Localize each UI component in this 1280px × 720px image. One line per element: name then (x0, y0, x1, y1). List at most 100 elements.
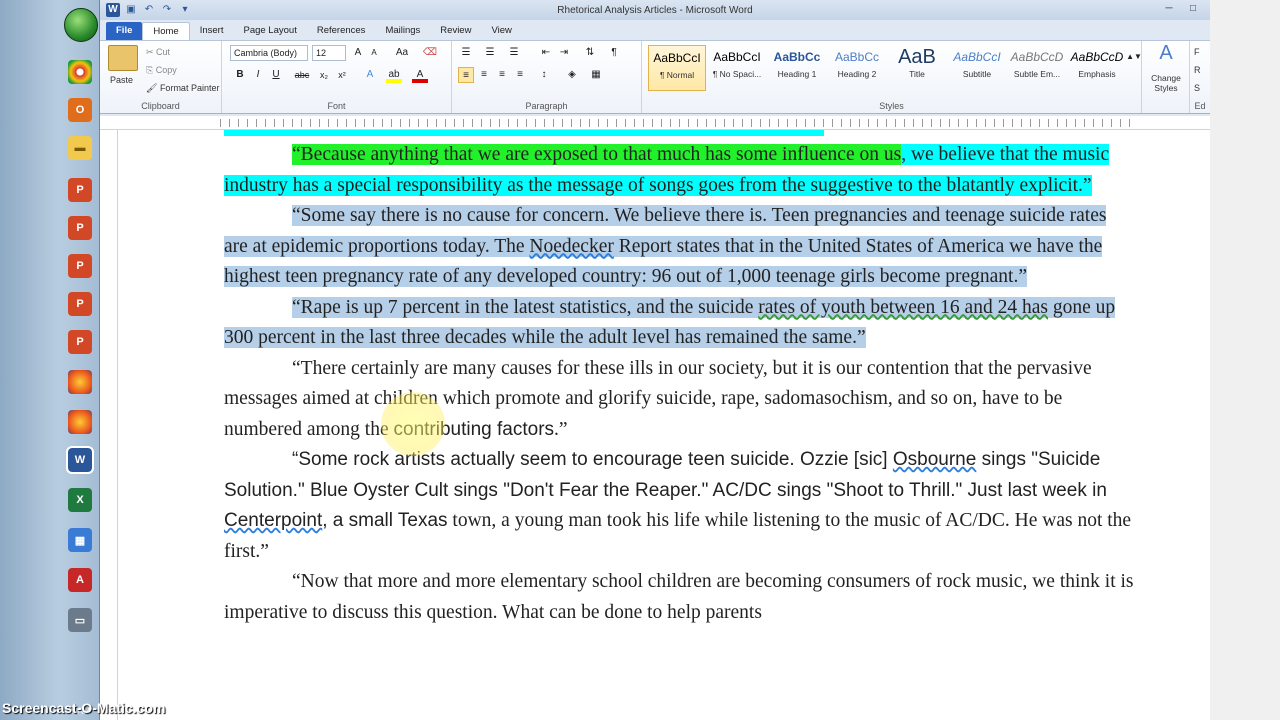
customize-icon[interactable]: ▾ (178, 3, 192, 17)
tab-insert[interactable]: Insert (190, 22, 234, 40)
change-case-icon[interactable]: Aa (394, 45, 410, 61)
document-page[interactable]: “Because anything that we are exposed to… (118, 130, 1210, 720)
apps-icon[interactable]: ▦ (68, 528, 92, 552)
highlight-icon[interactable]: ab (386, 67, 402, 83)
tab-view[interactable]: View (481, 22, 521, 40)
italic-icon[interactable]: I (250, 67, 266, 83)
sort-icon[interactable]: ⇅ (582, 45, 598, 61)
numbering-icon[interactable]: ☰ (482, 45, 498, 61)
align-left-icon[interactable]: ≡ (458, 67, 474, 83)
align-right-icon[interactable]: ≡ (494, 67, 510, 83)
maximize-icon[interactable]: □ (1182, 1, 1204, 17)
font-name-select[interactable]: Cambria (Body) (230, 45, 308, 61)
tab-review[interactable]: Review (430, 22, 481, 40)
tab-home[interactable]: Home (142, 22, 190, 40)
style-subtitle[interactable]: AaBbCcI Subtitle (948, 45, 1006, 91)
subscript-icon[interactable]: x₂ (316, 67, 332, 83)
shading-icon[interactable]: ◈ (564, 67, 580, 83)
paragraph-6: “Now that more and more elementary schoo… (224, 567, 1134, 628)
change-styles-button[interactable]: Change Styles (1146, 73, 1186, 93)
clear-format-icon[interactable]: ⌫ (422, 45, 438, 61)
font-group: Cambria (Body) 12 A A Aa ⌫ B I U abc x₂ … (222, 41, 452, 113)
format-painter-button[interactable]: 🖌 Format Painter (146, 83, 219, 94)
mouse-cursor-highlight (381, 392, 445, 456)
office-icon[interactable]: O (68, 98, 92, 122)
strikethrough-icon[interactable]: abc (294, 67, 310, 83)
grow-font-icon[interactable]: A (350, 45, 366, 61)
show-formatting-icon[interactable]: ¶ (606, 45, 622, 61)
snip-icon[interactable]: ▭ (68, 608, 92, 632)
powerpoint-icon-3[interactable]: P (68, 254, 92, 278)
font-color-icon[interactable]: A (412, 67, 428, 83)
start-button[interactable] (64, 8, 98, 42)
change-styles-icon[interactable]: A (1154, 43, 1178, 69)
horizontal-ruler[interactable] (100, 116, 1210, 130)
osbourne-word: Osbourne (892, 449, 977, 470)
style-heading-1[interactable]: AaBbCc Heading 1 (768, 45, 826, 91)
cut-button[interactable]: ✂ Cut (146, 47, 170, 58)
select-button[interactable]: S (1194, 83, 1200, 93)
text-effects-icon[interactable]: A (362, 67, 378, 83)
powerpoint-icon-4[interactable]: P (68, 292, 92, 316)
style-normal-preview: AaBbCcI (653, 51, 701, 65)
shrink-font-icon[interactable]: A (366, 45, 382, 61)
multilevel-list-icon[interactable]: ☰ (506, 45, 522, 61)
justify-icon[interactable]: ≡ (512, 67, 528, 83)
word-icon[interactable]: W (66, 446, 94, 474)
style-emphasis-preview: AaBbCcD (1070, 50, 1124, 64)
style-no-spacing-preview: AaBbCcI (713, 50, 761, 64)
align-center-icon[interactable]: ≡ (476, 67, 492, 83)
superscript-icon[interactable]: x² (334, 67, 350, 83)
style-heading-2-name: Heading 2 (837, 69, 877, 79)
style-normal[interactable]: AaBbCcI ¶ Normal (648, 45, 706, 91)
chrome-icon[interactable] (68, 60, 92, 84)
style-subtle-emphasis[interactable]: AaBbCcD Subtle Em... (1008, 45, 1066, 91)
pdf-icon[interactable]: A (68, 568, 92, 592)
style-heading-2[interactable]: AaBbCc Heading 2 (828, 45, 886, 91)
excel-icon[interactable]: X (68, 488, 92, 512)
style-title-preview: AaB (898, 46, 936, 68)
powerpoint-icon-5[interactable]: P (68, 330, 92, 354)
styles-label: Styles (879, 101, 904, 111)
tab-file[interactable]: File (106, 22, 143, 40)
powerpoint-icon-2[interactable]: P (68, 216, 92, 240)
bold-icon[interactable]: B (232, 67, 248, 83)
borders-icon[interactable]: ▦ (588, 67, 604, 83)
cut-off-line (224, 130, 824, 136)
paste-icon[interactable] (108, 45, 138, 71)
redo-icon[interactable]: ↷ (160, 3, 174, 17)
copy-button[interactable]: ⎘ Copy (146, 65, 177, 76)
firefox-icon-2[interactable] (68, 410, 92, 434)
tab-mailings[interactable]: Mailings (375, 22, 430, 40)
style-no-spacing[interactable]: AaBbCcI ¶ No Spaci... (708, 45, 766, 91)
save-icon[interactable]: ▣ (124, 3, 138, 17)
bullets-icon[interactable]: ☰ (458, 45, 474, 61)
minimize-icon[interactable]: ─ (1158, 1, 1180, 17)
tab-page-layout[interactable]: Page Layout (233, 22, 306, 40)
style-emphasis[interactable]: AaBbCcD Emphasis (1068, 45, 1126, 91)
folder-icon[interactable]: ▬ (68, 136, 92, 160)
vertical-ruler[interactable] (100, 130, 118, 720)
desktop-edge (1210, 0, 1280, 720)
underline-icon[interactable]: U (268, 67, 284, 83)
decrease-indent-icon[interactable]: ⇤ (538, 45, 554, 61)
undo-icon[interactable]: ↶ (142, 3, 156, 17)
document-body[interactable]: “Because anything that we are exposed to… (224, 140, 1134, 628)
paragraph-2: “Some say there is no cause for concern.… (224, 201, 1134, 293)
paragraph-label: Paragraph (525, 101, 568, 111)
cut-label: Cut (156, 47, 171, 57)
find-button[interactable]: F (1194, 47, 1200, 57)
firefox-icon-1[interactable] (68, 370, 92, 394)
style-title[interactable]: AaB Title (888, 45, 946, 91)
font-size-select[interactable]: 12 (312, 45, 346, 61)
powerpoint-icon-1[interactable]: P (68, 178, 92, 202)
paste-button[interactable]: Paste (110, 75, 133, 85)
line-spacing-icon[interactable]: ↕ (536, 67, 552, 83)
ribbon: Paste ✂ Cut ⎘ Copy 🖌 Format Painter Clip… (100, 40, 1210, 114)
tab-references[interactable]: References (307, 22, 376, 40)
styles-scroll-icon[interactable]: ▲▼ (1126, 49, 1142, 65)
increase-indent-icon[interactable]: ⇥ (556, 45, 572, 61)
style-heading-1-name: Heading 1 (777, 69, 817, 79)
replace-button[interactable]: R (1194, 65, 1201, 75)
word-logo-icon: W (106, 3, 120, 17)
